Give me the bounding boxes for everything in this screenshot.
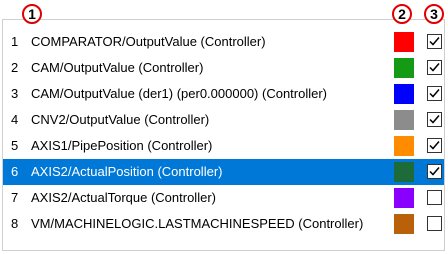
row-number: 7 — [11, 190, 19, 205]
visibility-checkbox[interactable] — [427, 164, 442, 179]
row-number: 6 — [11, 164, 19, 179]
signal-name: CNV2/OutputValue (Controller) — [31, 112, 210, 127]
signal-name: AXIS2/ActualPosition (Controller) — [31, 164, 223, 179]
signal-row-3[interactable]: 3 CAM/OutputValue (der1) (per0.000000) (… — [3, 81, 444, 107]
color-swatch[interactable] — [394, 136, 414, 156]
color-swatch[interactable] — [394, 162, 414, 182]
signal-row-2[interactable]: 2 CAM/OutputValue (Controller) — [3, 55, 444, 81]
signal-row-5[interactable]: 5 AXIS1/PipePosition (Controller) — [3, 133, 444, 159]
visibility-checkbox[interactable] — [427, 60, 442, 75]
checkmark-icon — [429, 89, 440, 98]
visibility-checkbox[interactable] — [427, 138, 442, 153]
row-number: 2 — [11, 60, 19, 75]
color-swatch[interactable] — [394, 110, 414, 130]
checkmark-icon — [429, 63, 440, 72]
visibility-checkbox[interactable] — [427, 86, 442, 101]
callout-2: 2 — [392, 4, 412, 24]
signal-list: 1 COMPARATOR/OutputValue (Controller) 2 … — [2, 19, 445, 251]
signal-row-8[interactable]: 8 VM/MACHINELOGIC.LASTMACHINESPEED (Cont… — [3, 211, 444, 237]
color-swatch[interactable] — [394, 32, 414, 52]
signal-row-1[interactable]: 1 COMPARATOR/OutputValue (Controller) — [3, 29, 444, 55]
callout-3: 3 — [424, 4, 444, 24]
checkmark-icon — [429, 167, 440, 176]
signal-row-6[interactable]: 6 AXIS2/ActualPosition (Controller) — [3, 159, 444, 185]
row-number: 8 — [11, 216, 19, 231]
signal-row-4[interactable]: 4 CNV2/OutputValue (Controller) — [3, 107, 444, 133]
visibility-checkbox[interactable] — [427, 216, 442, 231]
callout-1: 1 — [22, 4, 42, 24]
checkmark-icon — [429, 141, 440, 150]
signal-name: VM/MACHINELOGIC.LASTMACHINESPEED (Contro… — [31, 216, 364, 231]
checkmark-icon — [429, 37, 440, 46]
row-number: 5 — [11, 138, 19, 153]
signal-name: CAM/OutputValue (Controller) — [31, 60, 204, 75]
signal-name: AXIS2/ActualTorque (Controller) — [31, 190, 216, 205]
color-swatch[interactable] — [394, 58, 414, 78]
signal-name: CAM/OutputValue (der1) (per0.000000) (Co… — [31, 86, 328, 101]
visibility-checkbox[interactable] — [427, 112, 442, 127]
signal-row-7[interactable]: 7 AXIS2/ActualTorque (Controller) — [3, 185, 444, 211]
color-swatch[interactable] — [394, 214, 414, 234]
signal-name: COMPARATOR/OutputValue (Controller) — [31, 34, 266, 49]
checkmark-icon — [429, 115, 440, 124]
row-number: 4 — [11, 112, 19, 127]
color-swatch[interactable] — [394, 84, 414, 104]
color-swatch[interactable] — [394, 188, 414, 208]
row-number: 1 — [11, 34, 19, 49]
visibility-checkbox[interactable] — [427, 34, 442, 49]
row-number: 3 — [11, 86, 19, 101]
visibility-checkbox[interactable] — [427, 190, 442, 205]
signal-name: AXIS1/PipePosition (Controller) — [31, 138, 213, 153]
